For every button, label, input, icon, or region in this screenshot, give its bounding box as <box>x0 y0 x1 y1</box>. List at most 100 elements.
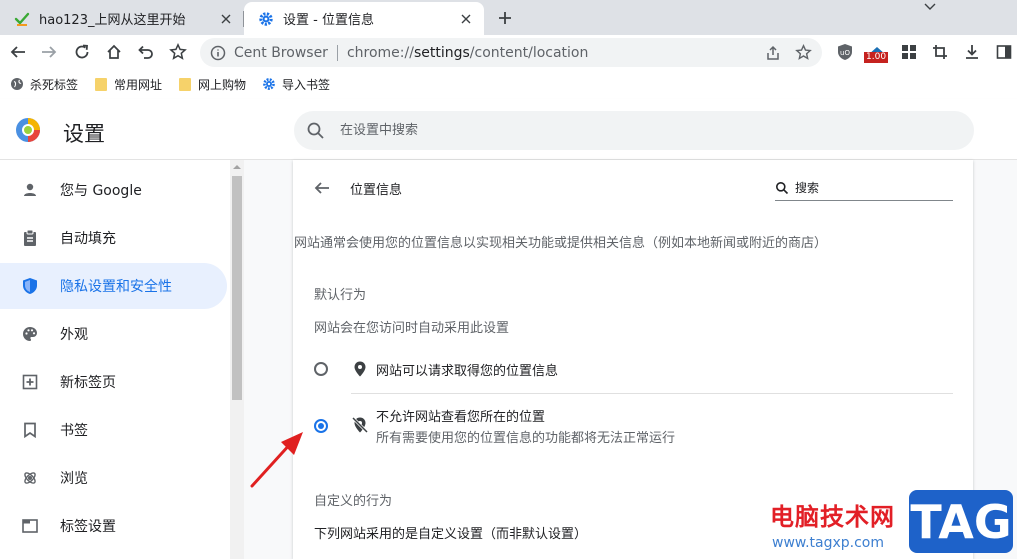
forward-arrow-icon <box>42 46 57 58</box>
sidebar-item-privacy-security[interactable]: 隐私设置和安全性 <box>0 263 227 309</box>
new-tab-button[interactable] <box>492 6 518 30</box>
tab-strip: hao123_上网从这里开始 设置 - 位置信息 <box>0 0 1017 35</box>
folder-icon <box>94 77 108 91</box>
sidebar-item-label: 自动填充 <box>60 231 116 247</box>
content-search-input[interactable] <box>793 180 947 196</box>
extension-badge: 1.00 <box>864 52 889 63</box>
settings-gear-icon <box>258 11 274 27</box>
favorite-star-button[interactable] <box>166 40 190 64</box>
tab-hao123[interactable]: hao123_上网从这里开始 <box>0 2 244 35</box>
reload-button[interactable] <box>70 40 94 64</box>
sidebar-scrollbar-thumb[interactable] <box>232 176 242 400</box>
back-button[interactable] <box>6 40 30 64</box>
url-text[interactable]: chrome://settings/content/location <box>347 45 762 61</box>
annotation-arrow-icon <box>250 432 303 488</box>
option-sublabel: 所有需要使用您的位置信息的功能都将无法正常运行 <box>376 431 676 446</box>
sidebar-item-label: 外观 <box>60 327 88 343</box>
chevron-down-icon[interactable] <box>920 0 940 14</box>
side-panel-icon <box>996 45 1012 59</box>
bookmarks-bar: 杀死标签 常用网址 网上购物 导入书签 <box>0 69 1017 99</box>
clipboard-icon <box>20 228 40 248</box>
back-button[interactable] <box>310 176 334 200</box>
downloads-button[interactable] <box>960 40 984 64</box>
sidebar-item-label: 隐私设置和安全性 <box>60 279 172 295</box>
palette-icon <box>20 324 40 344</box>
settings-search-box[interactable] <box>294 111 974 150</box>
bookmark-item[interactable]: 导入书签 <box>262 76 330 93</box>
bookmark-folder[interactable]: 网上购物 <box>178 76 246 93</box>
share-icon[interactable] <box>762 42 784 64</box>
plus-icon <box>499 12 511 24</box>
search-icon <box>306 121 326 141</box>
home-icon <box>107 44 121 59</box>
watermark-text: 电脑技术网 <box>770 503 895 531</box>
watermark-tag-logo: TAG <box>909 490 1013 553</box>
hao123-icon <box>14 11 30 27</box>
custom-behavior-heading: 自定义的行为 <box>314 494 393 509</box>
option-allow-location[interactable]: 网站可以请求取得您的位置信息 <box>293 355 973 383</box>
bookmark-icon <box>20 420 40 440</box>
content-search-box[interactable] <box>775 176 953 201</box>
radio-allow-location[interactable] <box>314 362 328 376</box>
browse-icon <box>20 468 40 488</box>
gear-icon <box>262 77 276 91</box>
undo-close-tab-button[interactable] <box>134 40 158 64</box>
shield-icon <box>20 276 40 296</box>
sidebar-item-appearance[interactable]: 外观 <box>0 311 227 357</box>
sidebar-item-label: 标签设置 <box>60 519 116 535</box>
new-tab-icon <box>20 372 40 392</box>
cent-browser-logo-icon <box>15 117 41 143</box>
custom-behavior-subheading: 下列网站采用的是自定义设置（而非默认设置） <box>314 527 588 542</box>
globe-icon <box>10 77 24 91</box>
bookmark-folder[interactable]: 常用网址 <box>94 76 162 93</box>
url-host: settings <box>413 44 470 61</box>
crop-screenshot-button[interactable] <box>928 40 952 64</box>
tab-title: hao123_上网从这里开始 <box>39 13 186 28</box>
option-label: 网站可以请求取得您的位置信息 <box>376 364 559 379</box>
option-label: 不允许网站查看您所在的位置 <box>376 410 546 425</box>
svg-text:uO: uO <box>840 49 850 57</box>
sidebar-item-browsing[interactable]: 浏览 <box>0 455 227 501</box>
sidebar-item-tab-settings[interactable]: 标签设置 <box>0 503 227 549</box>
site-name: Cent Browser <box>234 44 328 61</box>
omnibox[interactable]: Cent Browser chrome://settings/content/l… <box>200 38 822 67</box>
back-arrow-icon <box>314 182 329 194</box>
forward-button[interactable] <box>37 40 61 64</box>
tab-settings-icon <box>20 516 40 536</box>
url-scheme: chrome:// <box>346 44 414 61</box>
info-icon[interactable] <box>210 45 226 61</box>
settings-sidebar: 您与 Google 自动填充 隐私设置和安全性 外观 新标签页 书签 浏览 标签… <box>0 160 230 559</box>
watermark-url: www.tagxp.com <box>772 535 884 551</box>
ublock-extension-button[interactable]: uO <box>833 40 857 64</box>
tab-settings[interactable]: 设置 - 位置信息 <box>244 2 484 35</box>
location-off-icon <box>351 416 369 434</box>
toolbar: Cent Browser chrome://settings/content/l… <box>0 35 1017 69</box>
search-icon <box>775 181 789 195</box>
star-icon <box>169 43 187 60</box>
bookmark-label: 网上购物 <box>198 77 247 92</box>
undo-icon <box>138 45 153 59</box>
home-button[interactable] <box>102 40 126 64</box>
settings-search-input[interactable] <box>338 122 974 139</box>
sidebar-item-bookmarks[interactable]: 书签 <box>0 407 227 453</box>
sidebar-item-new-tab[interactable]: 新标签页 <box>0 359 227 405</box>
side-panel-button[interactable] <box>992 40 1016 64</box>
settings-header: 设置 <box>0 99 1017 160</box>
ublock-shield-icon: uO <box>838 44 852 60</box>
default-behavior-heading: 默认行为 <box>314 288 367 303</box>
bookmark-star-icon[interactable] <box>792 42 814 64</box>
sidebar-item-autofill[interactable]: 自动填充 <box>0 215 227 261</box>
option-divider <box>351 393 953 394</box>
close-tab-icon[interactable] <box>456 9 476 29</box>
tab-title: 设置 - 位置信息 <box>283 13 374 28</box>
sidebar-item-you-and-google[interactable]: 您与 Google <box>0 167 227 213</box>
omnibox-separator <box>336 44 338 61</box>
bookmark-item[interactable]: 杀死标签 <box>10 76 78 93</box>
radio-block-location[interactable] <box>314 419 328 433</box>
scroll-up-icon[interactable] <box>232 162 242 172</box>
option-block-location[interactable]: 不允许网站查看您所在的位置 所有需要使用您的位置信息的功能都将无法正常运行 <box>293 400 973 446</box>
back-arrow-icon <box>10 46 25 58</box>
extensions-button[interactable] <box>897 40 921 64</box>
close-tab-icon[interactable] <box>216 9 236 29</box>
sidebar-item-label: 您与 Google <box>60 183 142 199</box>
